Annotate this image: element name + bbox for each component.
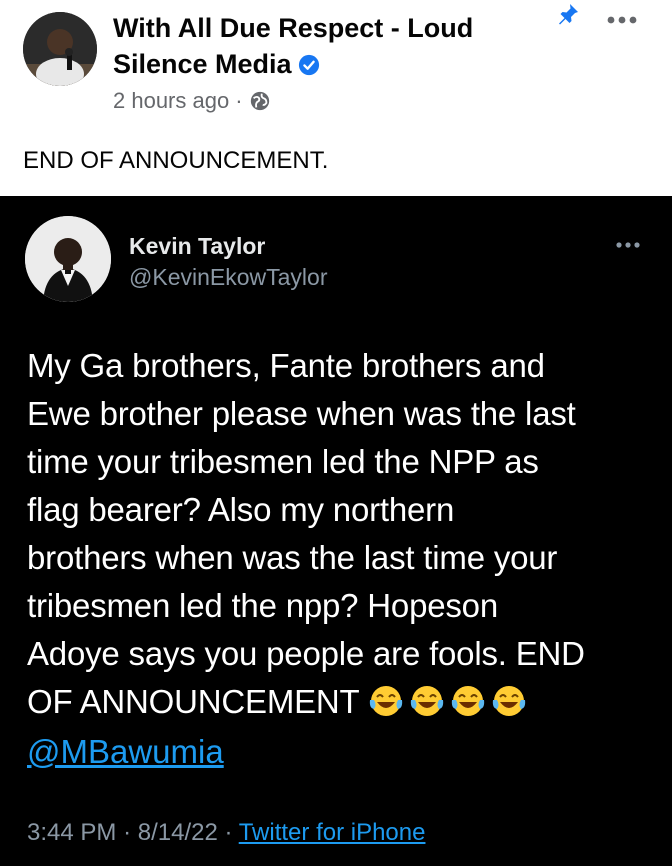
tweet-body: My Ga brothers, Fante brothers and Ewe b… xyxy=(27,342,657,726)
verified-badge-icon xyxy=(298,54,319,76)
tweet-line: OF ANNOUNCEMENT xyxy=(27,683,360,720)
pin-icon xyxy=(559,4,578,25)
globe-icon[interactable] xyxy=(249,90,271,112)
page-name[interactable]: With All Due Respect - Loud Silence Medi… xyxy=(113,10,533,82)
emoji-row xyxy=(368,683,527,719)
post-meta: 2 hours ago · xyxy=(113,86,271,116)
tweet-line: tribesmen led the npp? Hopeson xyxy=(27,587,498,624)
tweet-line: time your tribesmen led the NPP as xyxy=(27,443,539,480)
face-with-tears-of-joy-icon xyxy=(410,686,443,716)
tweet-line: Adoye says you people are fools. END xyxy=(27,635,585,672)
footer-separator: · xyxy=(224,819,233,846)
face-with-tears-of-joy-icon xyxy=(492,686,525,716)
tweet-line: brothers when was the last time your xyxy=(27,539,558,576)
tweet-date: 8/14/22 xyxy=(137,819,218,846)
tweet-footer: 3:44 PM · 8/14/22 · Twitter for iPhone xyxy=(27,818,425,848)
tweet-screenshot: Kevin Taylor @KevinEkowTaylor My Ga brot… xyxy=(0,196,672,866)
facebook-post: With All Due Respect - Loud Silence Medi… xyxy=(0,0,672,196)
tweet-time: 3:44 PM xyxy=(27,819,117,846)
face-with-tears-of-joy-icon xyxy=(369,686,402,716)
post-text: END OF ANNOUNCEMENT. xyxy=(23,147,329,174)
more-options-icon[interactable] xyxy=(605,10,639,30)
meta-separator: · xyxy=(235,88,243,113)
tweet-source-link[interactable]: Twitter for iPhone xyxy=(239,819,426,846)
tweet-more-icon xyxy=(616,242,640,248)
tweet-line: My Ga brothers, Fante brothers and xyxy=(27,347,545,384)
post-timestamp[interactable]: 2 hours ago xyxy=(113,86,229,116)
page-name-text: With All Due Respect - Loud Silence Medi… xyxy=(113,13,474,79)
face-with-tears-of-joy-icon xyxy=(451,686,484,716)
tweet-author-handle: @KevinEkowTaylor xyxy=(129,264,328,290)
tweet-last-line: OF ANNOUNCEMENT xyxy=(27,678,657,726)
footer-separator: · xyxy=(123,819,132,846)
tweet-author-avatar xyxy=(25,216,111,302)
page-avatar[interactable] xyxy=(23,12,97,86)
mention-link[interactable]: @MBawumia xyxy=(27,728,224,776)
tweet-line: flag bearer? Also my northern xyxy=(27,491,455,528)
tweet-line: Ewe brother please when was the last xyxy=(27,395,576,432)
tweet-author-name: Kevin Taylor xyxy=(129,233,266,259)
